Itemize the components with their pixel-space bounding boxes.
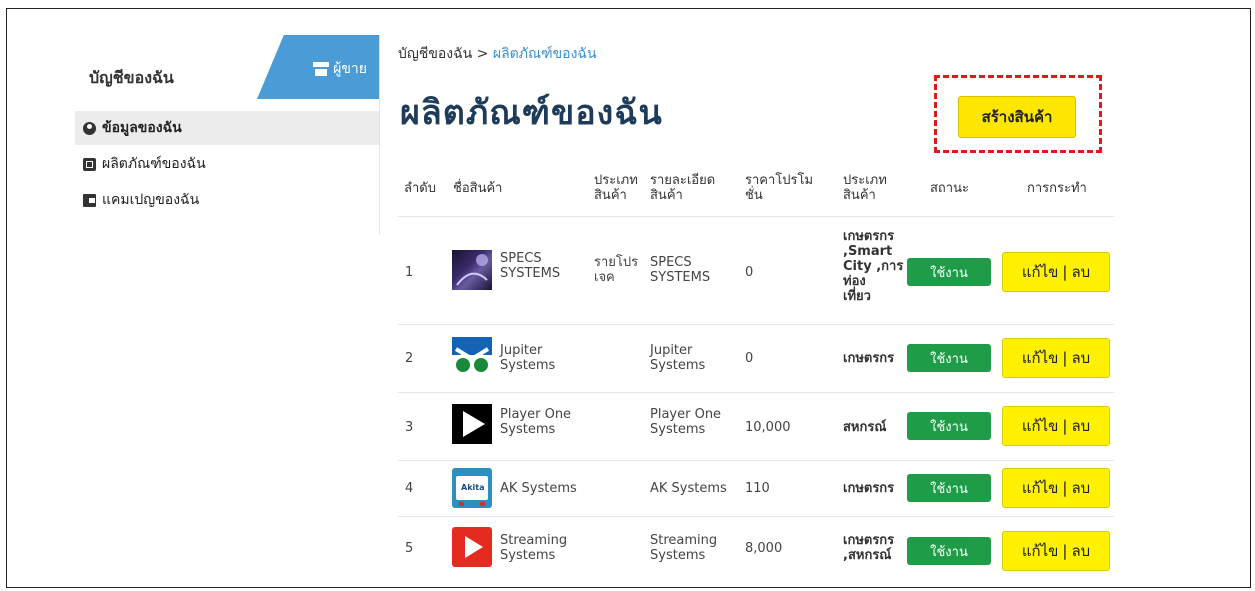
sidebar-item-my-info[interactable]: ข้อมูลของฉัน (75, 111, 379, 145)
seller-tab-label: ผู้ขาย (333, 61, 367, 77)
edit-label[interactable]: แก้ไข (1022, 539, 1059, 563)
status-active-button[interactable]: ใช้งาน (907, 258, 991, 286)
streaming-play-icon (465, 536, 483, 558)
breadcrumb-current[interactable]: ผลิตภัณฑ์ของฉัน (493, 46, 597, 62)
store-icon (313, 62, 330, 76)
header-name: ชื่อสินค้า (453, 181, 503, 196)
promo-price: 0 (745, 265, 754, 280)
action-separator: | (1062, 263, 1068, 281)
row-number: 4 (405, 481, 414, 496)
breadcrumb-root[interactable]: บัญชีของฉัน (398, 46, 472, 62)
product-category: เกษตรกร ,Smart City ,การ ท่อง เที่ยว (843, 229, 904, 304)
delete-label[interactable]: ลบ (1071, 414, 1090, 438)
product-thumbnail[interactable] (452, 527, 492, 567)
product-name[interactable]: AK Systems (500, 481, 577, 496)
create-product-button[interactable]: สร้างสินค้า (958, 96, 1076, 138)
delete-label[interactable]: ลบ (1071, 260, 1090, 284)
product-detail: Player One Systems (650, 407, 722, 437)
product-category: เกษตรกร (843, 481, 895, 496)
product-detail: Jupiter Systems (650, 343, 706, 373)
wallet-icon (83, 193, 96, 207)
header-action: การกระทำ (1027, 181, 1087, 196)
edit-delete-button[interactable]: แก้ไข | ลบ (1002, 531, 1110, 571)
page-title: ผลิตภัณฑ์ของฉัน (400, 93, 663, 133)
row-number: 3 (405, 420, 414, 435)
product-detail: AK Systems (650, 481, 727, 496)
edit-label[interactable]: แก้ไข (1022, 346, 1059, 370)
seller-tab[interactable]: ผู้ขาย (257, 35, 379, 99)
product-category: เกษตรกร ,สหกรณ์ (843, 533, 895, 563)
header-promo-price: ราคาโปรโม ชั่น (745, 173, 814, 203)
row-divider (398, 516, 1114, 517)
row-divider (398, 392, 1114, 393)
header-status: สถานะ (930, 181, 969, 196)
product-thumbnail[interactable] (452, 250, 492, 290)
header-no: ลำดับ (404, 181, 436, 196)
sidebar-item-label: ข้อมูลของฉัน (102, 120, 182, 136)
sidebar-item-label: ผลิตภัณฑ์ของฉัน (102, 156, 206, 172)
product-thumbnail[interactable]: Akita (452, 468, 492, 508)
edit-delete-button[interactable]: แก้ไข | ลบ (1002, 252, 1110, 292)
user-circle-icon (83, 121, 96, 135)
delete-label[interactable]: ลบ (1071, 346, 1090, 370)
product-name[interactable]: Streaming Systems (500, 533, 567, 563)
promo-price: 110 (745, 481, 770, 496)
action-separator: | (1062, 479, 1068, 497)
product-name[interactable]: Jupiter Systems (500, 343, 555, 373)
sidebar-item-my-products[interactable]: ผลิตภัณฑ์ของฉัน (75, 147, 379, 181)
row-divider (398, 324, 1114, 325)
promo-price: 0 (745, 351, 754, 366)
row-number: 5 (405, 541, 414, 556)
action-separator: | (1062, 417, 1068, 435)
product-category: สหกรณ์ (843, 420, 887, 435)
delete-label[interactable]: ลบ (1071, 476, 1090, 500)
row-divider (398, 216, 1114, 217)
product-category: เกษตรกร (843, 351, 895, 366)
edit-delete-button[interactable]: แก้ไข | ลบ (1002, 468, 1110, 508)
row-number: 2 (405, 351, 414, 366)
row-divider (398, 460, 1114, 461)
product-thumbnail[interactable] (452, 404, 492, 444)
status-active-button[interactable]: ใช้งาน (907, 344, 991, 372)
promo-price: 8,000 (745, 541, 783, 556)
edit-label[interactable]: แก้ไข (1022, 260, 1059, 284)
edit-delete-button[interactable]: แก้ไข | ลบ (1002, 406, 1110, 446)
row-number: 1 (405, 265, 414, 280)
product-thumbnail[interactable] (452, 337, 492, 377)
akita-logo-text: Akita (461, 483, 485, 492)
product-name[interactable]: SPECS SYSTEMS (500, 251, 560, 281)
header-detail: รายละเอียด สินค้า (650, 173, 716, 203)
sidebar-item-label: แคมเปญของฉัน (102, 192, 200, 208)
status-active-button[interactable]: ใช้งาน (907, 474, 991, 502)
action-separator: | (1062, 542, 1068, 560)
product-name[interactable]: Player One Systems (500, 407, 571, 437)
edit-label[interactable]: แก้ไข (1022, 476, 1059, 500)
product-detail: Streaming Systems (650, 533, 718, 563)
edit-delete-button[interactable]: แก้ไข | ลบ (1002, 338, 1110, 378)
product-detail: SPECS SYSTEMS (650, 255, 711, 285)
delete-label[interactable]: ลบ (1071, 539, 1090, 563)
jupiter-logo-icon (452, 347, 492, 377)
sidebar: บัญชีของฉัน ผู้ขาย ข้อมูลของฉัน ผลิตภัณฑ… (67, 35, 380, 235)
promo-price: 10,000 (745, 420, 791, 435)
breadcrumb: บัญชีของฉัน > ผลิตภัณฑ์ของฉัน (398, 43, 597, 65)
play-icon (463, 411, 485, 437)
action-separator: | (1062, 349, 1068, 367)
breadcrumb-separator: > (476, 46, 489, 62)
header-category: ประเภท สินค้า (843, 173, 887, 203)
edit-label[interactable]: แก้ไข (1022, 414, 1059, 438)
product-icon (83, 157, 96, 171)
space-image-icon (456, 254, 488, 286)
sidebar-item-my-campaigns[interactable]: แคมเปญของฉัน (75, 183, 379, 217)
product-type: รายโปร เจค (594, 255, 639, 285)
status-active-button[interactable]: ใช้งาน (907, 412, 991, 440)
status-active-button[interactable]: ใช้งาน (907, 537, 991, 565)
header-type: ประเภท สินค้า (594, 173, 638, 203)
sidebar-title: บัญชีของฉัน (89, 68, 174, 87)
